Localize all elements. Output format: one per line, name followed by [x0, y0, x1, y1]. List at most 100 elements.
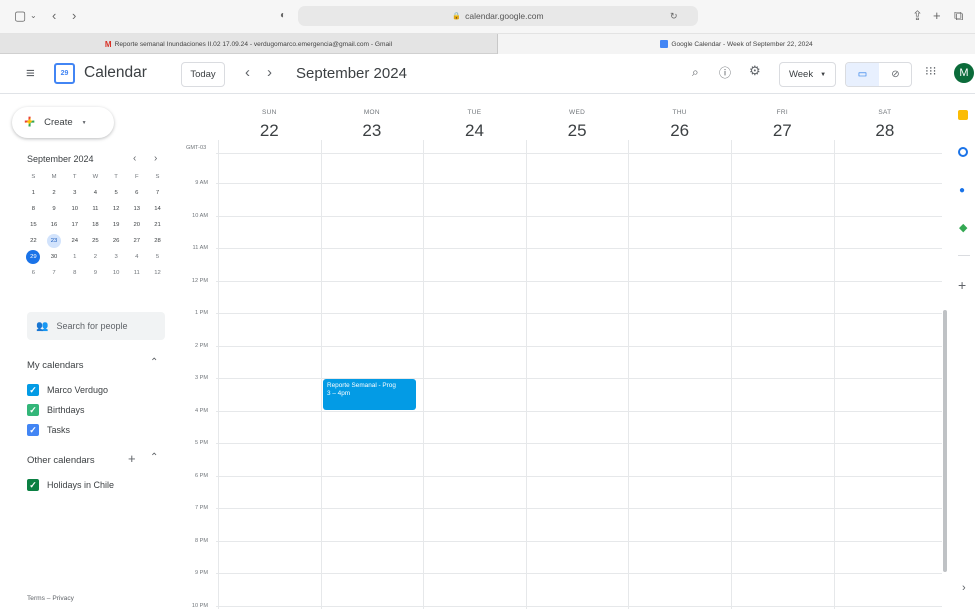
view-select[interactable]: Week ▼ [779, 62, 836, 87]
sidebar-toggle-icon[interactable]: ▢ [14, 8, 26, 24]
mini-calendar-day[interactable]: 9 [85, 266, 106, 280]
mini-calendar-day[interactable]: 29 [26, 250, 41, 264]
mini-calendar-day[interactable]: 26 [106, 234, 127, 248]
checkbox-checked-icon[interactable]: ✓ [27, 479, 39, 491]
day-number[interactable]: 25 [526, 121, 629, 141]
mini-calendar-day[interactable]: 9 [44, 202, 65, 216]
my-calendars-title[interactable]: My calendars [27, 360, 84, 371]
add-addon-icon[interactable]: + [958, 277, 966, 293]
calendar-list-item[interactable]: ✓ Marco Verdugo [27, 382, 108, 398]
checkbox-checked-icon[interactable]: ✓ [27, 424, 39, 436]
back-icon[interactable]: ‹ [52, 8, 56, 24]
day-header[interactable]: WED 25 [526, 95, 629, 141]
day-number[interactable]: 27 [731, 121, 834, 141]
mini-calendar-day[interactable]: 6 [23, 266, 44, 280]
create-button[interactable]: + Create ▼ [12, 107, 114, 138]
prev-week-icon[interactable]: ‹ [245, 64, 250, 81]
privacy-link[interactable]: Privacy [52, 595, 74, 602]
day-number[interactable]: 24 [423, 121, 526, 141]
tabs-overview-icon[interactable]: ⧉ [954, 8, 963, 24]
mini-calendar-day[interactable]: 27 [126, 234, 147, 248]
day-header[interactable]: MON 23 [321, 95, 424, 141]
mini-calendar-day[interactable]: 28 [147, 234, 168, 248]
apps-grid-icon[interactable]: ⁝⁝⁝ [925, 64, 936, 78]
chevron-up-icon[interactable]: ⌃ [150, 357, 158, 368]
mini-calendar-day[interactable]: 11 [126, 266, 147, 280]
day-header[interactable]: SAT 28 [834, 95, 937, 141]
next-week-icon[interactable]: › [267, 64, 272, 81]
main-menu-icon[interactable]: ≡ [26, 66, 35, 81]
scrollbar-thumb[interactable] [943, 310, 947, 572]
keep-icon[interactable] [958, 110, 968, 120]
share-icon[interactable]: ⇪ [912, 8, 923, 24]
day-header[interactable]: FRI 27 [731, 95, 834, 141]
mini-calendar-day[interactable]: 4 [126, 250, 147, 264]
mini-calendar-day[interactable]: 4 [85, 186, 106, 200]
mini-calendar-day[interactable]: 5 [106, 186, 127, 200]
day-header[interactable]: THU 26 [628, 95, 731, 141]
mini-calendar-day[interactable]: 12 [147, 266, 168, 280]
calendar-logo-icon[interactable]: 29 [54, 63, 75, 84]
mini-calendar-day[interactable]: 16 [44, 218, 65, 232]
expand-panel-icon[interactable]: › [962, 582, 966, 594]
day-number[interactable]: 23 [321, 121, 424, 141]
calendar-list-item[interactable]: ✓ Holidays in Chile [27, 477, 114, 493]
day-number[interactable]: 22 [218, 121, 321, 141]
mini-calendar-day[interactable]: 25 [85, 234, 106, 248]
chevron-down-icon[interactable]: ⌄ [30, 8, 37, 24]
day-header[interactable]: SUN 22 [218, 95, 321, 141]
new-tab-icon[interactable]: + [933, 8, 941, 24]
mini-calendar-day[interactable]: 14 [147, 202, 168, 216]
mini-calendar-day[interactable]: 19 [106, 218, 127, 232]
day-header[interactable]: TUE 24 [423, 95, 526, 141]
mini-calendar-day[interactable]: 18 [85, 218, 106, 232]
terms-link[interactable]: Terms [27, 595, 45, 602]
mini-calendar-day[interactable]: 23 [47, 234, 62, 248]
shield-icon[interactable]: ◐ [280, 8, 286, 24]
mini-calendar-day[interactable]: 22 [23, 234, 44, 248]
tasks-view-icon[interactable]: ⊘ [879, 63, 911, 86]
mini-calendar-day[interactable]: 6 [126, 186, 147, 200]
mini-calendar-day[interactable]: 1 [64, 250, 85, 264]
mini-calendar-day[interactable]: 2 [85, 250, 106, 264]
mini-calendar-day[interactable]: 15 [23, 218, 44, 232]
today-button[interactable]: Today [181, 62, 225, 87]
mini-calendar-day[interactable]: 5 [147, 250, 168, 264]
mini-calendar-day[interactable]: 24 [64, 234, 85, 248]
mini-calendar-day[interactable]: 13 [126, 202, 147, 216]
avatar[interactable]: M [954, 63, 974, 83]
mini-calendar-day[interactable]: 10 [106, 266, 127, 280]
browser-tab-calendar[interactable]: Google Calendar - Week of September 22, … [498, 34, 975, 54]
day-number[interactable]: 28 [834, 121, 937, 141]
chevron-up-icon[interactable]: ⌃ [150, 452, 158, 463]
maps-pin-icon[interactable]: ◆ [959, 221, 967, 234]
mini-prev-icon[interactable]: ‹ [133, 153, 136, 164]
day-number[interactable]: 26 [628, 121, 731, 141]
checkbox-checked-icon[interactable]: ✓ [27, 404, 39, 416]
mini-calendar-day[interactable]: 8 [23, 202, 44, 216]
mini-calendar-day[interactable]: 8 [64, 266, 85, 280]
mini-calendar-day[interactable]: 10 [64, 202, 85, 216]
mini-calendar-day[interactable]: 3 [106, 250, 127, 264]
calendar-list-item[interactable]: ✓ Birthdays [27, 402, 85, 418]
mini-calendar-day[interactable]: 7 [147, 186, 168, 200]
address-bar[interactable]: 🔒 calendar.google.com [298, 6, 698, 26]
forward-icon[interactable]: › [72, 8, 76, 24]
mini-calendar-day[interactable]: 7 [44, 266, 65, 280]
mini-calendar-day[interactable]: 12 [106, 202, 127, 216]
mini-calendar-day[interactable]: 21 [147, 218, 168, 232]
checkbox-checked-icon[interactable]: ✓ [27, 384, 39, 396]
calendar-list-item[interactable]: ✓ Tasks [27, 422, 70, 438]
mini-calendar-day[interactable]: 17 [64, 218, 85, 232]
reload-icon[interactable]: ↻ [670, 8, 678, 24]
settings-gear-icon[interactable]: ⚙ [749, 63, 761, 79]
mini-calendar-day[interactable]: 30 [44, 250, 65, 264]
contacts-icon[interactable]: ● [959, 185, 965, 196]
mini-calendar-day[interactable]: 2 [44, 186, 65, 200]
mini-next-icon[interactable]: › [154, 153, 157, 164]
help-icon[interactable]: ⓘ [719, 64, 731, 81]
search-people-input[interactable]: 👥 Search for people [27, 312, 165, 340]
mini-calendar-day[interactable]: 1 [23, 186, 44, 200]
search-icon[interactable]: ⌕ [692, 65, 699, 80]
browser-tab-gmail[interactable]: M Reporte semanal Inundaciones II.02 17.… [0, 34, 498, 54]
